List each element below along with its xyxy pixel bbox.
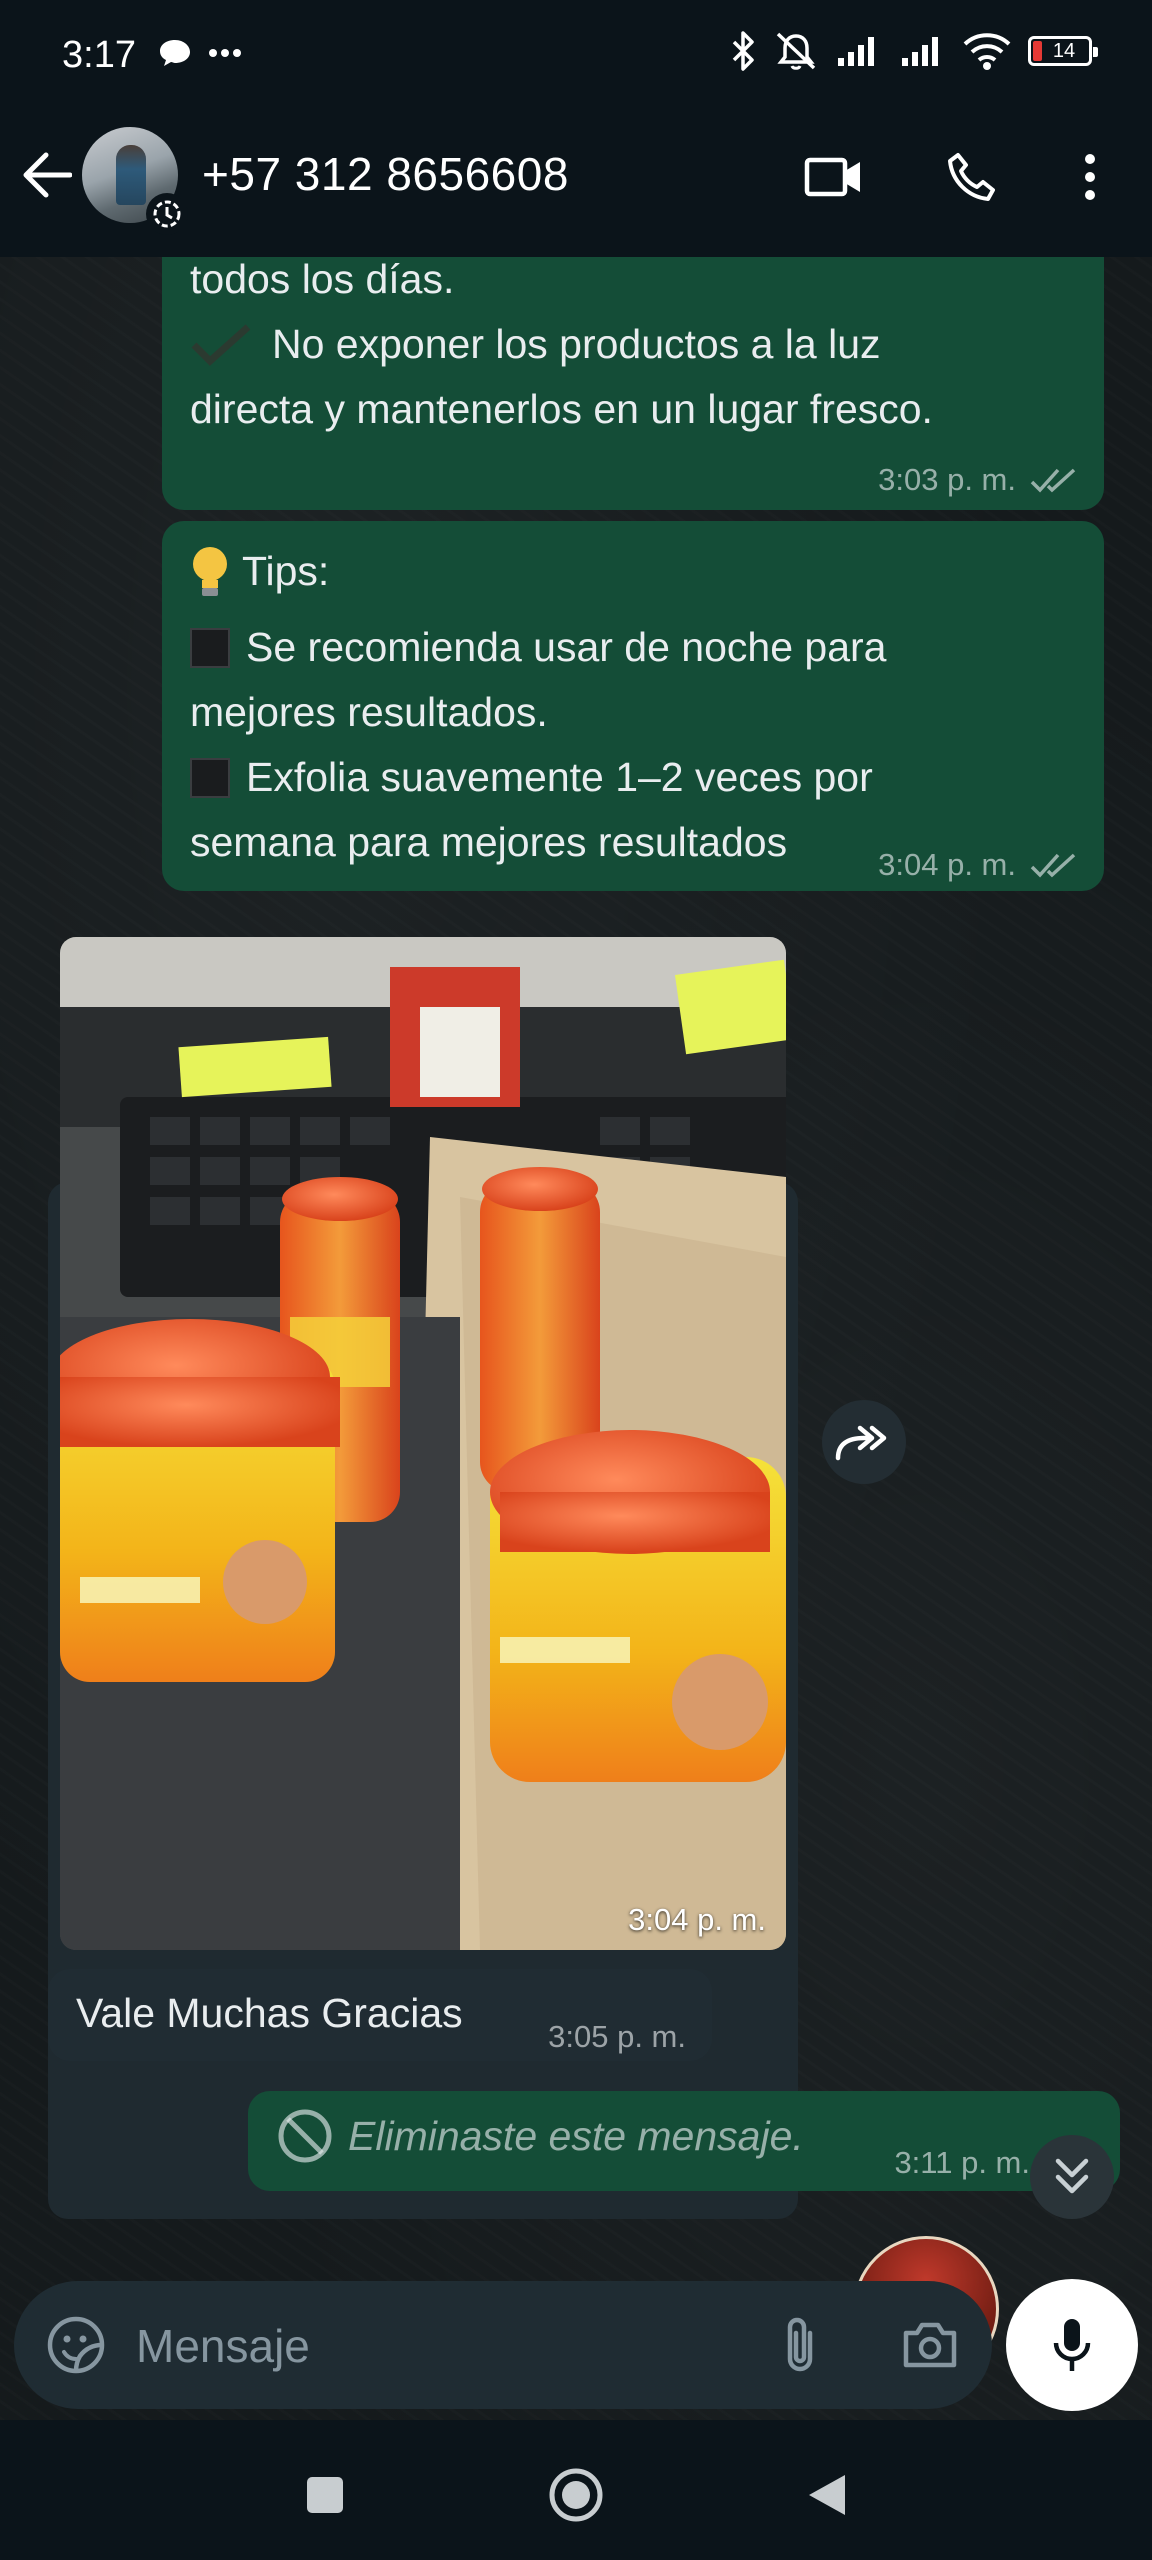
deleted-message-bubble[interactable]: Eliminaste este mensaje. 3:11 p. m. bbox=[248, 2091, 1120, 2191]
more-notifications-icon bbox=[209, 49, 241, 57]
avatar-photo bbox=[116, 145, 146, 205]
black-square-icon bbox=[190, 757, 230, 798]
message-text: Tips: bbox=[242, 548, 330, 594]
status-ring-badge bbox=[146, 193, 188, 235]
nav-recents-icon bbox=[307, 2477, 343, 2513]
voice-call-button[interactable] bbox=[940, 145, 1004, 209]
message-text: mejores resultados. bbox=[190, 689, 548, 735]
more-options-button[interactable] bbox=[1058, 145, 1122, 209]
nav-recents-button[interactable] bbox=[290, 2460, 360, 2530]
message-meta: 3:03 p. m. bbox=[878, 462, 1078, 498]
battery-icon: 14 bbox=[1028, 36, 1098, 66]
message-placeholder: Mensaje bbox=[136, 2320, 310, 2372]
outgoing-message-bubble[interactable]: Tips: Se recomienda usar de noche para m… bbox=[162, 521, 1104, 891]
composer: Mensaje bbox=[0, 2263, 1152, 2420]
signal-icon-2 bbox=[902, 37, 938, 66]
message-meta: 3:11 p. m. bbox=[894, 2145, 1030, 2181]
message-line: No exponer los productos a la luz bbox=[190, 312, 881, 377]
contact-name[interactable]: +57 312 8656608 bbox=[202, 147, 569, 201]
signal-icon-1 bbox=[838, 37, 874, 66]
phone-icon bbox=[948, 153, 995, 201]
message-text: Vale Muchas Gracias bbox=[76, 1990, 463, 2036]
message-meta: 3:04 p. m. bbox=[878, 847, 1078, 883]
check-mark-icon bbox=[191, 323, 251, 366]
message-time: 3:11 p. m. bbox=[894, 2145, 1030, 2180]
scroll-to-bottom-button[interactable] bbox=[1030, 2135, 1114, 2219]
message-line: Exfolia suavemente 1–2 veces por bbox=[190, 745, 873, 810]
deleted-message-line: Eliminaste este mensaje. bbox=[276, 2107, 804, 2165]
back-arrow-icon bbox=[23, 152, 72, 198]
message-text: No exponer los productos a la luz bbox=[272, 321, 881, 367]
message-time: 3:05 p. m. bbox=[548, 2019, 686, 2054]
message-time: 3:03 p. m. bbox=[878, 462, 1016, 497]
message-input[interactable]: Mensaje bbox=[14, 2281, 992, 2409]
message-text: Se recomienda usar de noche para bbox=[246, 624, 887, 670]
emoji-icon bbox=[47, 2316, 105, 2374]
nav-home-button[interactable] bbox=[541, 2460, 611, 2530]
voice-message-button[interactable] bbox=[1006, 2279, 1138, 2411]
system-nav-bar bbox=[0, 2420, 1152, 2560]
lightbulb-icon bbox=[193, 546, 227, 596]
message-text: todos los días. bbox=[190, 257, 455, 302]
outgoing-message-bubble[interactable]: todos los días. No exponer los productos… bbox=[162, 257, 1104, 510]
double-check-icon bbox=[1030, 468, 1076, 493]
nav-home-icon bbox=[549, 2468, 603, 2522]
product-photo bbox=[60, 937, 786, 1950]
attach-button[interactable] bbox=[766, 2311, 834, 2379]
chat-area[interactable]: todos los días. No exponer los productos… bbox=[0, 257, 1152, 2420]
double-check-icon bbox=[1030, 853, 1076, 878]
message-line: Tips: bbox=[190, 539, 329, 604]
nav-back-button[interactable] bbox=[792, 2460, 862, 2530]
message-meta: 3:05 p. m. bbox=[548, 2019, 686, 2055]
back-button[interactable] bbox=[14, 143, 78, 207]
emoji-button[interactable] bbox=[40, 2309, 112, 2381]
message-time: 3:04 p. m. bbox=[628, 1902, 766, 1937]
image-meta: 3:04 p. m. bbox=[628, 1902, 766, 1938]
mic-icon bbox=[1053, 2319, 1091, 2371]
muted-bell-icon bbox=[776, 32, 816, 70]
message-text: directa y mantenerlos en un lugar fresco… bbox=[190, 386, 933, 432]
timer-icon bbox=[153, 200, 181, 228]
attach-icon bbox=[787, 2317, 813, 2372]
prohibited-icon bbox=[278, 2109, 332, 2163]
camera-button[interactable] bbox=[896, 2311, 964, 2379]
image-message[interactable]: 3:04 p. m. bbox=[60, 937, 786, 1950]
chat-header: +57 312 8656608 bbox=[0, 115, 1152, 257]
video-call-button[interactable] bbox=[802, 145, 866, 209]
black-square-icon bbox=[190, 627, 230, 668]
message-text: Eliminaste este mensaje. bbox=[348, 2112, 804, 2159]
message-text: semana para mejores resultados bbox=[190, 819, 788, 865]
wifi-icon bbox=[963, 33, 1011, 70]
status-right-icons: 14 bbox=[728, 30, 1098, 72]
camera-icon bbox=[903, 2322, 957, 2368]
message-line: Se recomienda usar de noche para bbox=[190, 615, 886, 680]
video-call-icon bbox=[804, 157, 860, 197]
battery-level: 14 bbox=[1052, 39, 1076, 62]
incoming-message-bubble[interactable]: Vale Muchas Gracias 3:05 p. m. bbox=[48, 1969, 712, 2061]
forward-icon bbox=[835, 1425, 887, 1461]
bluetooth-icon bbox=[732, 31, 754, 71]
status-bar: 3:17 14 bbox=[0, 0, 1152, 115]
message-time: 3:04 p. m. bbox=[878, 847, 1016, 882]
more-vert-icon bbox=[1085, 154, 1095, 200]
scroll-down-icon bbox=[1055, 2158, 1089, 2194]
status-left-icons bbox=[158, 38, 242, 68]
chat-bubble-icon bbox=[160, 40, 190, 66]
forward-button[interactable] bbox=[822, 1400, 906, 1484]
status-time: 3:17 bbox=[62, 34, 136, 76]
nav-back-icon bbox=[809, 2475, 845, 2515]
message-text: Exfolia suavemente 1–2 veces por bbox=[246, 754, 873, 800]
